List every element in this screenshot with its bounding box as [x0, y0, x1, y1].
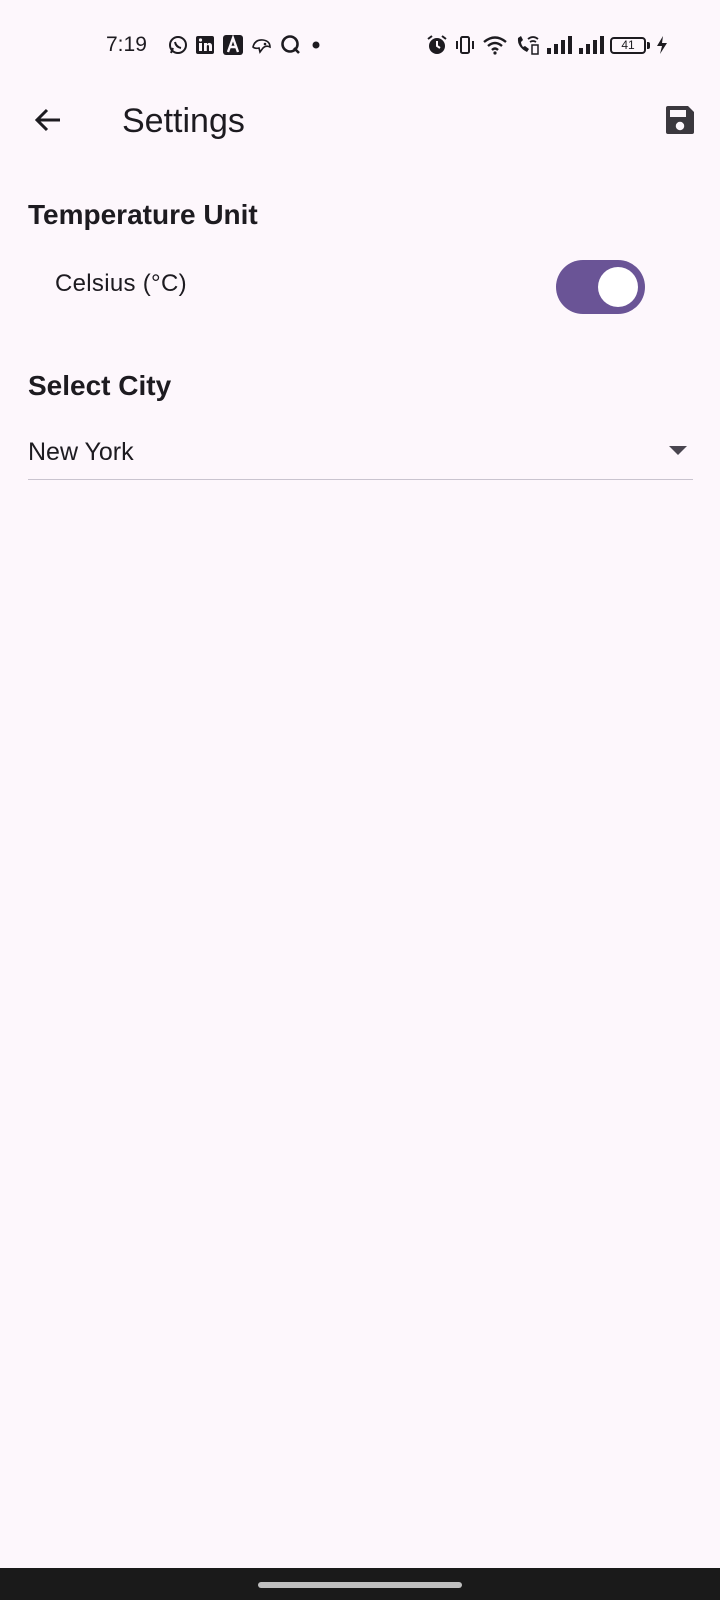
system-icons: 41: [426, 33, 668, 57]
save-button[interactable]: [656, 98, 704, 146]
home-indicator[interactable]: [258, 1582, 462, 1588]
temperature-unit-heading: Temperature Unit: [28, 199, 258, 230]
page-title: Settings: [122, 102, 245, 140]
navigation-bar: [0, 1568, 720, 1600]
whatsapp-icon: [168, 35, 188, 55]
save-icon: [663, 103, 697, 142]
linkedin-icon: [195, 35, 215, 55]
battery-icon: 41: [610, 36, 650, 54]
celsius-toggle-row[interactable]: Celsius (°C): [0, 250, 720, 324]
notification-icons: [168, 33, 323, 57]
charging-icon: [656, 35, 668, 55]
a-app-icon: [222, 34, 244, 56]
back-button[interactable]: [24, 98, 72, 146]
switch-thumb: [598, 267, 638, 307]
wifi-calling-icon: [514, 34, 540, 56]
signal-1-icon: [546, 35, 572, 55]
city-dropdown[interactable]: New York: [28, 420, 693, 480]
alarm-icon: [426, 34, 448, 56]
status-time: 7:19: [106, 33, 147, 56]
dot-icon: [309, 38, 323, 52]
chameleon-icon: [251, 35, 273, 55]
dropdown-arrow-icon: [669, 446, 687, 455]
select-city-heading: Select City: [28, 370, 172, 401]
signal-2-icon: [578, 35, 604, 55]
q-app-icon: [280, 34, 302, 56]
status-bar: 7:19 41: [0, 0, 720, 90]
wifi-icon: [482, 34, 508, 56]
city-dropdown-value: New York: [28, 438, 134, 466]
top-app-bar: Settings: [0, 90, 720, 154]
battery-level: 41: [610, 36, 646, 54]
vibrate-icon: [454, 34, 476, 56]
celsius-switch[interactable]: [556, 260, 645, 314]
arrow-back-icon: [32, 104, 64, 141]
celsius-label: Celsius (°C): [55, 270, 187, 297]
